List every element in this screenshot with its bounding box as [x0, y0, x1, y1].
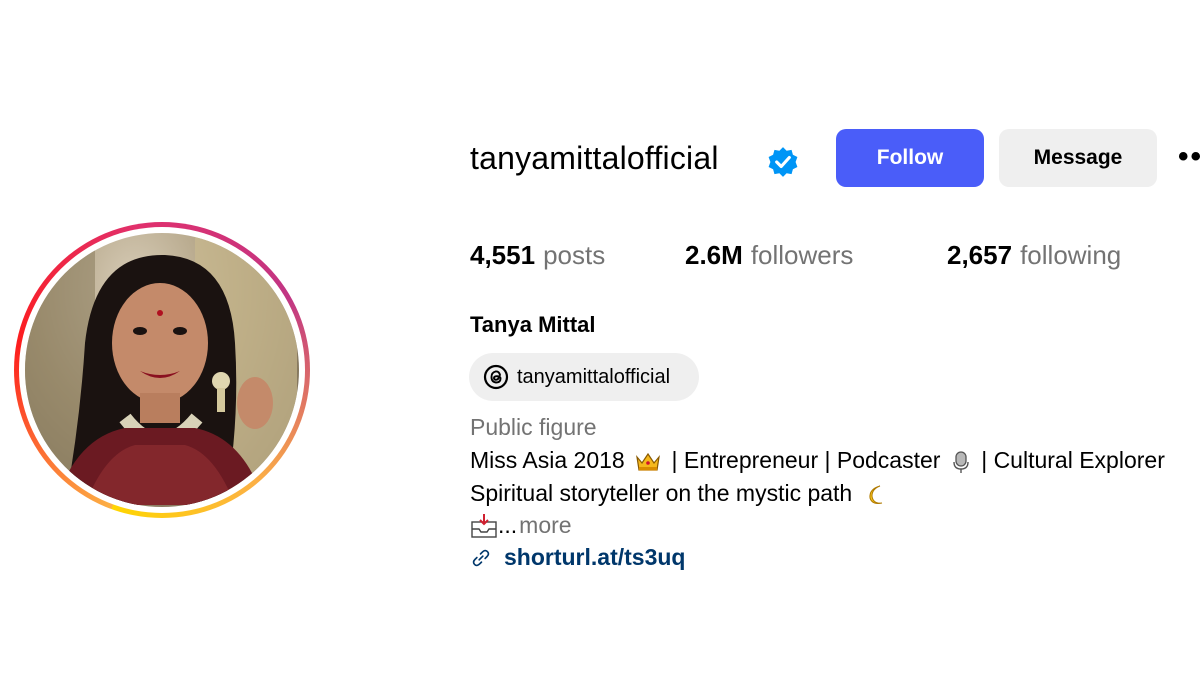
threads-link-pill[interactable]: tanyamittalofficial — [469, 353, 699, 401]
posts-label: posts — [543, 240, 606, 270]
moon-emoji — [869, 485, 882, 504]
avatar-photo-illustration — [25, 233, 297, 505]
profile-category: Public figure — [470, 414, 597, 440]
followers-stat[interactable]: 2.6M followers — [685, 240, 853, 271]
followers-label: followers — [750, 240, 854, 270]
profile-avatar[interactable] — [25, 233, 299, 507]
verified-badge-icon — [768, 147, 798, 177]
posts-stat[interactable]: 4,551 posts — [470, 240, 605, 271]
more-options-icon[interactable]: •• — [1178, 140, 1200, 174]
external-link-text[interactable]: shorturl.at/ts3uq — [504, 544, 685, 571]
inbox-emoji — [471, 513, 497, 538]
bio-line-1-prefix: Miss Asia 2018 — [470, 447, 625, 473]
following-stat[interactable]: 2,657 following — [947, 240, 1121, 271]
bio-line-1: Miss Asia 2018 | Entrepreneur | Podcaste… — [470, 447, 1165, 474]
profile-full-name: Tanya Mittal — [470, 312, 596, 337]
follow-button[interactable]: Follow — [836, 129, 984, 187]
profile-username: tanyamittalofficial — [470, 140, 719, 176]
avatar-gap — [19, 227, 305, 513]
bio-ellipsis: ... — [498, 512, 518, 538]
threads-icon — [483, 364, 509, 390]
bio-line-2-text: Spiritual storyteller on the mystic path — [470, 480, 853, 506]
bio-line-1-suffix: | Cultural Explorer — [981, 447, 1165, 473]
message-button[interactable]: Message — [999, 129, 1157, 187]
microphone-emoji — [953, 451, 969, 473]
posts-count: 4,551 — [470, 240, 536, 270]
following-label: following — [1020, 240, 1122, 270]
bio-line-3: ... more — [470, 512, 572, 539]
crown-emoji — [636, 452, 661, 471]
bio-line-1-mid: | Entrepreneur | Podcaster — [671, 447, 941, 473]
bio-more-link[interactable]: more — [519, 512, 571, 539]
threads-handle: tanyamittalofficial — [517, 365, 671, 388]
following-count: 2,657 — [947, 240, 1013, 270]
external-link[interactable]: shorturl.at/ts3uq — [470, 544, 685, 571]
followers-count: 2.6M — [685, 240, 743, 270]
profile-avatar-ring[interactable] — [14, 222, 310, 518]
bio-line-2: Spiritual storyteller on the mystic path — [470, 480, 891, 507]
link-icon — [472, 549, 490, 566]
